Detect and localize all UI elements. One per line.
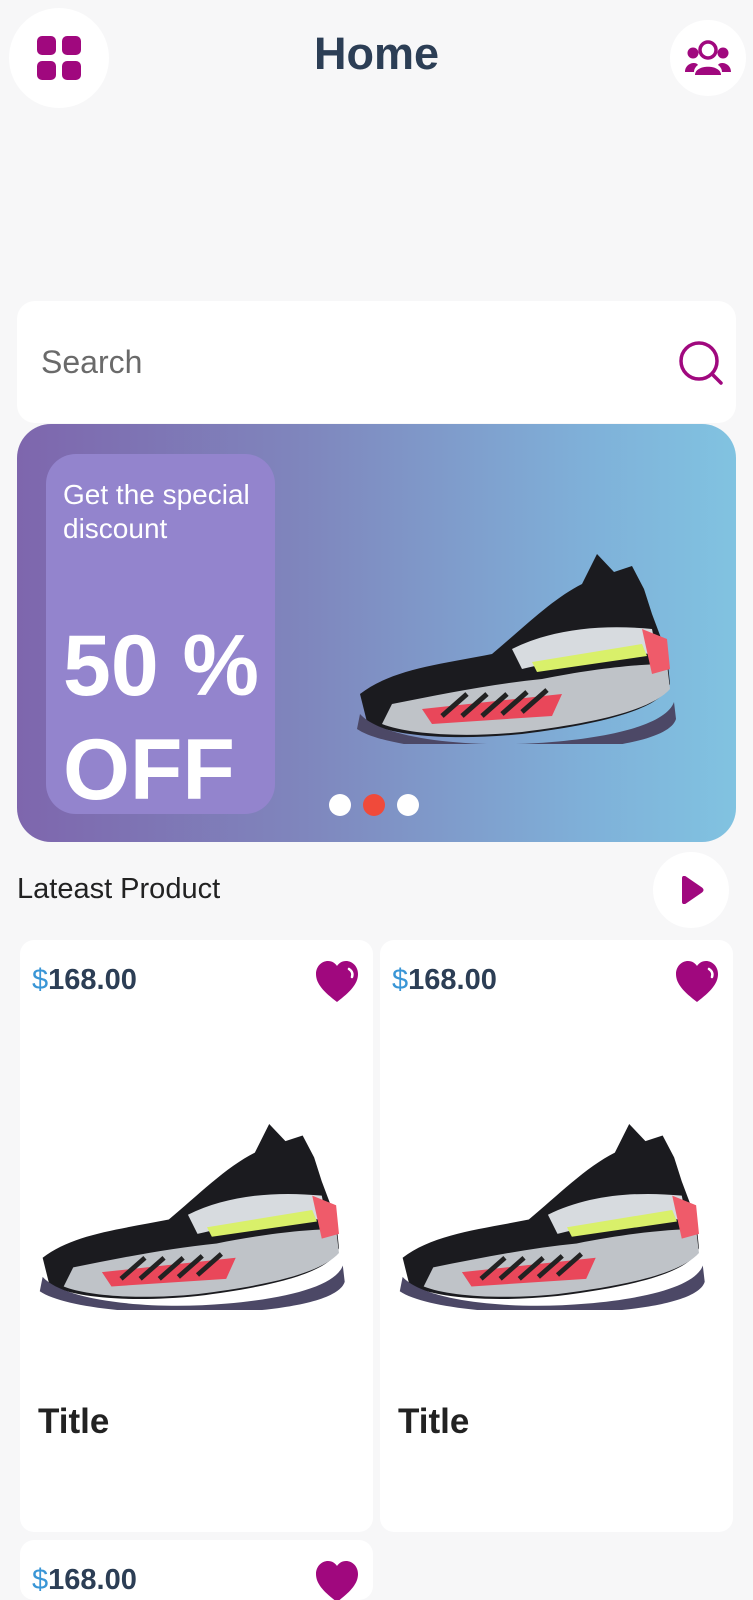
- sneaker-image: [357, 554, 676, 744]
- product-card[interactable]: $168.00 Title: [380, 940, 733, 1532]
- search-bar: [17, 301, 736, 423]
- product-card[interactable]: $168.00: [20, 1540, 373, 1600]
- users-icon: [685, 40, 731, 75]
- sneaker-image: [39, 1123, 345, 1310]
- page-title: Home: [313, 28, 440, 79]
- section-title: Lateast Product: [17, 873, 221, 905]
- discount-subtitle: Get the special discount: [63, 479, 250, 544]
- product-title: Title: [398, 1402, 470, 1441]
- promo-banner[interactable]: Get the special discount 50 % OFF: [17, 424, 736, 842]
- carousel-dot[interactable]: [329, 794, 351, 816]
- heart-icon[interactable]: [314, 960, 360, 1004]
- carousel-indicator: [329, 794, 419, 816]
- product-price: $168.00: [32, 1564, 137, 1596]
- discount-box: Get the special discount 50 % OFF: [46, 454, 275, 818]
- see-all-button[interactable]: [653, 852, 729, 928]
- search-input[interactable]: [41, 337, 641, 387]
- carousel-dot[interactable]: [397, 794, 419, 816]
- product-title: Title: [38, 1402, 110, 1441]
- profile-button[interactable]: [670, 20, 746, 96]
- sneaker-image: [399, 1123, 705, 1310]
- carousel-dot-active[interactable]: [363, 794, 385, 816]
- product-card[interactable]: $168.00 Title: [20, 940, 373, 1532]
- discount-headline: 50 % OFF: [63, 618, 260, 818]
- heart-icon[interactable]: [314, 1560, 360, 1600]
- search-icon[interactable]: [677, 339, 727, 389]
- product-price: $168.00: [32, 964, 137, 996]
- product-price: $168.00: [392, 964, 497, 996]
- heart-icon[interactable]: [674, 960, 720, 1004]
- play-icon: [682, 876, 704, 904]
